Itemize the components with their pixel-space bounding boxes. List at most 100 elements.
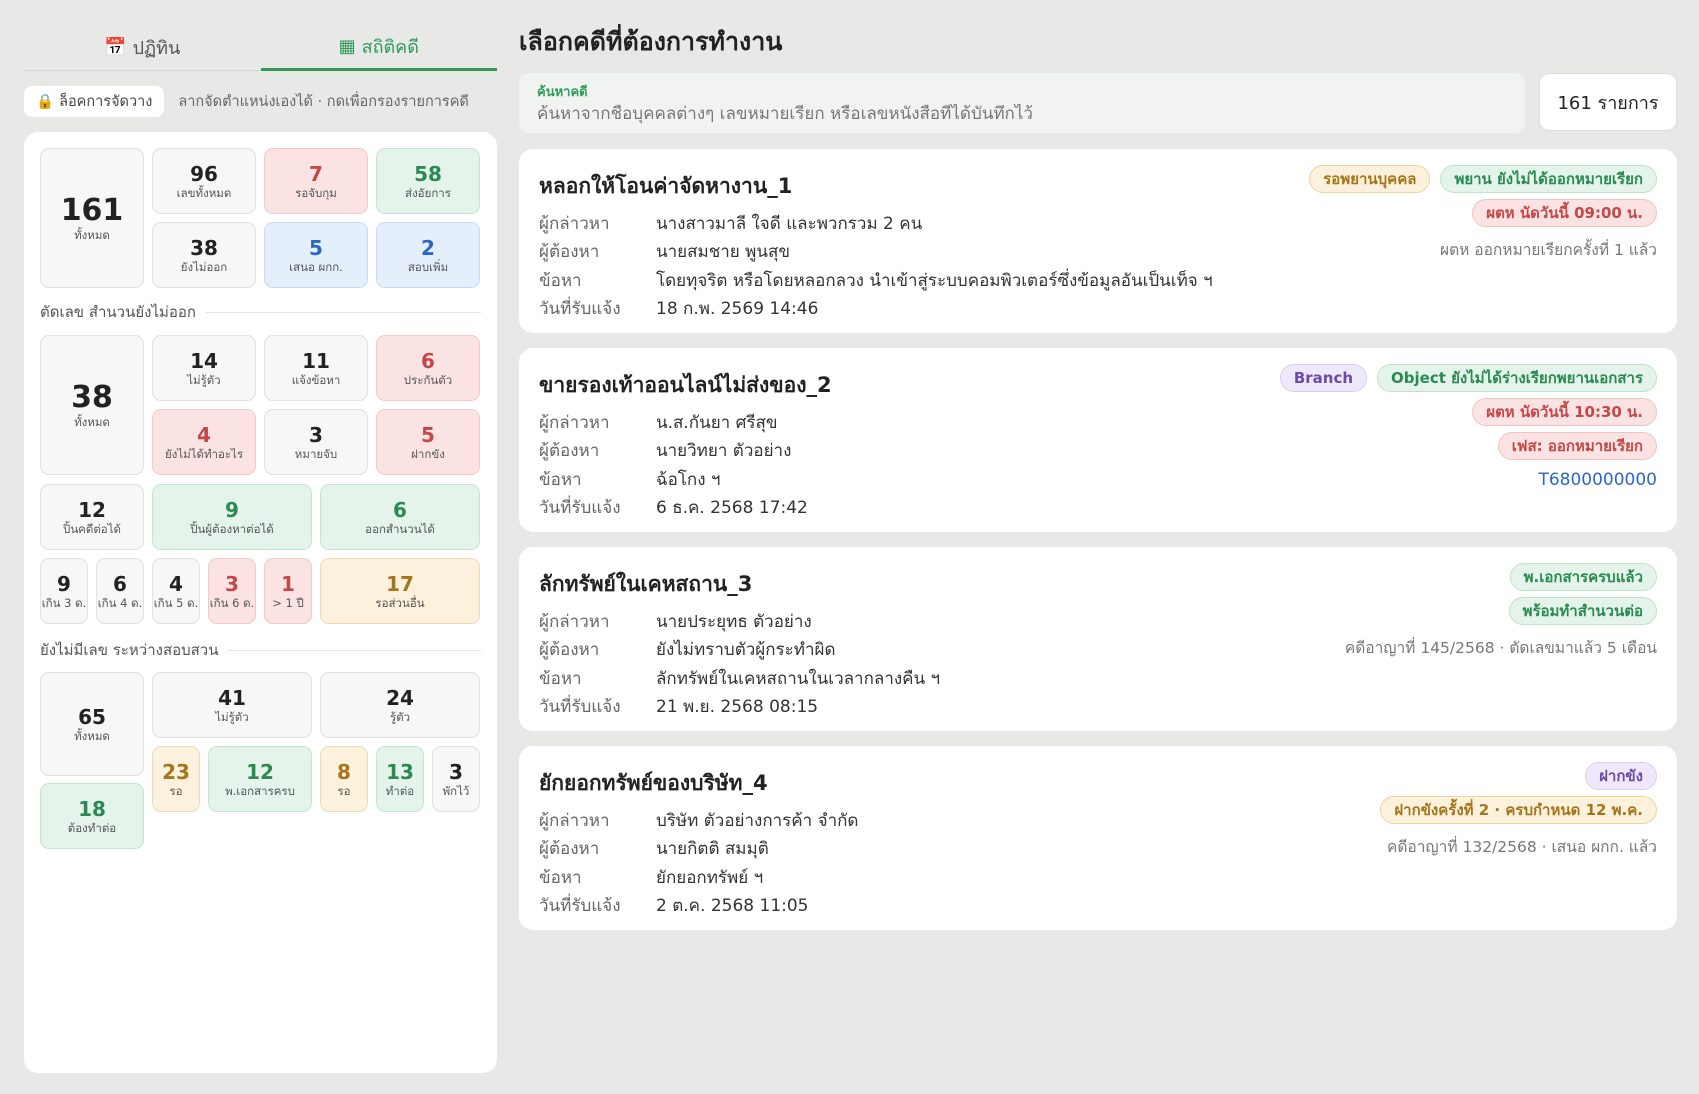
stat-value: 8 (337, 759, 351, 784)
page-title: เลือกคดีที่ต้องการทำงาน (519, 27, 783, 56)
stat-label: ทั้งหมด (74, 227, 110, 242)
stat-label: ทำต่อ (385, 783, 415, 798)
stat-label: ประกันตัว (403, 372, 453, 387)
stat-value: 17 (386, 571, 414, 596)
stat-s3-total[interactable]: 65 ทั้งหมด (40, 672, 144, 776)
stat-label: เสนอ ผกก. (289, 259, 343, 274)
stat-paused[interactable]: 3 พักไว้ (432, 746, 480, 812)
stat-proposed[interactable]: 5 เสนอ ผกก. (264, 222, 368, 288)
stat-over-1y[interactable]: 1 > 1 ปี (264, 558, 312, 624)
case-card[interactable]: ลักทรัพย์ในเคหสถาน_3 ผู้กล่าวหา นายประยุท… (519, 547, 1677, 731)
stat-unknown[interactable]: 14 ไม่รู้ตัว (152, 335, 256, 401)
stat-label: ปิ้นคดีต่อได้ (63, 521, 121, 536)
stats-panel: 161 ทั้งหมด 96 เลขทั้งหมด 7 รอจับกุม 58 … (24, 132, 497, 1073)
appointment-badge: ผตห นัดวันนี้ 09:00 น. (1472, 199, 1657, 227)
stat-label: แจ้งข้อหา (291, 372, 341, 387)
case-badges: Branch Object ยังไม่ได้ร่างเรียกพยานเอกส… (1279, 364, 1657, 490)
stat-label: หมายจับ (294, 446, 338, 461)
stat-label: ส่งอัยการ (405, 185, 451, 200)
stat-label: ไม่รู้ตัว (215, 709, 249, 724)
stat-total[interactable]: 161 ทั้งหมด (40, 148, 144, 288)
field-label: วันที่รับแจ้ง (539, 697, 621, 718)
section-title-unnumbered: ยังไม่มีเลข ระหว่างสอบสวน (40, 638, 481, 662)
stat-s3-known[interactable]: 24 รู้ตัว (320, 672, 480, 738)
appointment-badge: ผตห นัดวันนี้ 10:30 น. (1472, 398, 1657, 426)
stat-bail[interactable]: 6 ประกันตัว (376, 335, 480, 401)
field-label: ผู้กล่าวหา (539, 412, 610, 433)
field-label: ผู้ต้องหา (539, 839, 600, 860)
stat-value: 58 (414, 161, 442, 186)
stat-value: 65 (78, 704, 106, 729)
field-label: ข้อหา (539, 867, 582, 888)
stat-over-3m[interactable]: 9 เกิน 3 ด. (40, 558, 88, 624)
stat-over-5m[interactable]: 4 เกิน 5 ด. (152, 558, 200, 624)
stat-continue[interactable]: 13 ทำต่อ (376, 746, 424, 812)
stat-waiting-other[interactable]: 17 รอส่วนอื่น (320, 558, 480, 624)
stat-value: 6 (421, 348, 435, 373)
stat-label: ยังไม่ได้ทำอะไร (164, 446, 244, 461)
status-badge: ฝากขัง (1585, 762, 1657, 790)
tab-statistics[interactable]: ▦ สถิติคดี (260, 24, 497, 71)
stat-over-4m[interactable]: 6 เกิน 4 ด. (96, 558, 144, 624)
field-label: วันที่รับแจ้ง (539, 896, 621, 917)
stat-label: เกิน 6 ด. (209, 595, 255, 610)
stat-notified[interactable]: 11 แจ้งข้อหา (264, 335, 368, 401)
case-charge: โดยทุจริต หรือโดยหลอกลวง นำเข้าสู่ระบบคอ… (656, 270, 1213, 291)
case-details: ผู้กล่าวหา นายประยุทธ ตัวอย่าง ผู้ต้องหา ย… (539, 607, 940, 721)
stat-wait-b[interactable]: 8 รอ (320, 746, 368, 812)
stat-label: เกิน 3 ด. (41, 595, 87, 610)
stat-nothing-done[interactable]: 4 ยังไม่ได้ทำอะไร (152, 409, 256, 475)
stat-sent-prosecutor[interactable]: 58 ส่งอัยการ (376, 148, 480, 214)
stat-file-ready[interactable]: 6 ออกสำนวนได้ (320, 484, 480, 550)
stat-value: 13 (386, 759, 414, 784)
case-plaintiff: นายประยุทธ ตัวอย่าง (656, 611, 812, 632)
case-card[interactable]: หลอกให้โอนค่าจัดหางาน_1 ผู้กล่าวหา นางสาว… (519, 149, 1677, 333)
case-note: ผตห ออกหมายเรียกครั้งที่ 1 แล้ว (1440, 241, 1657, 259)
stat-label: รอจับกุม (295, 185, 337, 200)
stat-value: 3 (449, 759, 463, 784)
stat-suspect-continue[interactable]: 9 ปิ้นผู้ต้องหาต่อได้ (152, 484, 312, 550)
lock-layout-button[interactable]: 🔒 ล็อคการจัดวาง (24, 85, 165, 117)
field-label: ผู้กล่าวหา (539, 810, 610, 831)
stat-over-6m[interactable]: 3 เกิน 6 ด. (208, 558, 256, 624)
field-label: ผู้ต้องหา (539, 242, 600, 263)
stat-not-issued[interactable]: 38 ยังไม่ออก (152, 222, 256, 288)
case-card[interactable]: ขายรองเท้าออนไลน์ไม่ส่งของ_2 ผู้กล่าวหาน… (519, 348, 1677, 532)
search-input[interactable] (537, 104, 1507, 124)
stat-value: 11 (302, 348, 330, 373)
case-card[interactable]: ยักยอกทรัพย์ของบริษัท_4 ผู้กล่าวหา บริษัท… (519, 746, 1677, 930)
stat-s3-unknown[interactable]: 41 ไม่รู้ตัว (152, 672, 312, 738)
case-plaintiff: บริษัท ตัวอย่างการค้า จำกัด (656, 810, 859, 831)
stat-todo[interactable]: 18 ต้องทำต่อ (40, 783, 144, 849)
search-box[interactable]: ค้นหาคดี (519, 73, 1525, 133)
stat-docs-complete[interactable]: 12 พ.เอกสารครบ (208, 746, 312, 812)
case-accused: นายวิทยา ตัวอย่าง (656, 441, 792, 462)
stat-value: 7 (309, 161, 323, 186)
stat-detention[interactable]: 5 ฝากขัง (376, 409, 480, 475)
stat-label: รู้ตัว (389, 709, 411, 724)
stat-warrant[interactable]: 3 หมายจับ (264, 409, 368, 475)
field-label: ข้อหา (539, 469, 582, 490)
left-sidebar: 📅 ปฏิทิน ▦ สถิติคดี 🔒 ล็อคการจัดวาง ลากจ… (24, 24, 497, 1073)
stat-s2-total[interactable]: 38 ทั้งหมด (40, 335, 144, 475)
status-badge: พ.เอกสารครบแล้ว (1509, 563, 1657, 591)
stat-label: ยังไม่ออก (180, 259, 228, 274)
section-title-numbered: ตัดเลข สำนวนยังไม่ออก (40, 300, 481, 324)
stat-label: เลขทั้งหมด (176, 185, 232, 200)
case-accused: ยังไม่ทราบตัวผู้กระทำผิด (656, 640, 836, 661)
search-label: ค้นหาคดี (537, 85, 588, 100)
stat-label: ทั้งหมด (74, 728, 110, 743)
stat-arrest-pending[interactable]: 7 รอจับกุม (264, 148, 368, 214)
stat-more-inquiry[interactable]: 2 สอบเพิ่ม (376, 222, 480, 288)
case-charge: ยักยอกทรัพย์ ฯ (656, 867, 764, 888)
stat-label: รอ (337, 783, 351, 798)
lock-icon: 🔒 (36, 93, 55, 110)
case-details: ผู้กล่าวหา บริษัท ตัวอย่างการค้า จำกัด ผู… (539, 806, 858, 920)
stat-closeable[interactable]: 12 ปิ้นคดีต่อได้ (40, 484, 144, 550)
stat-value: 5 (421, 422, 435, 447)
stat-case-numbers[interactable]: 96 เลขทั้งหมด (152, 148, 256, 214)
tab-calendar[interactable]: 📅 ปฏิทิน (24, 24, 261, 70)
stat-wait-a[interactable]: 23 รอ (152, 746, 200, 812)
stat-value: 12 (78, 497, 106, 522)
case-link[interactable]: T6800000000 (1538, 470, 1657, 490)
